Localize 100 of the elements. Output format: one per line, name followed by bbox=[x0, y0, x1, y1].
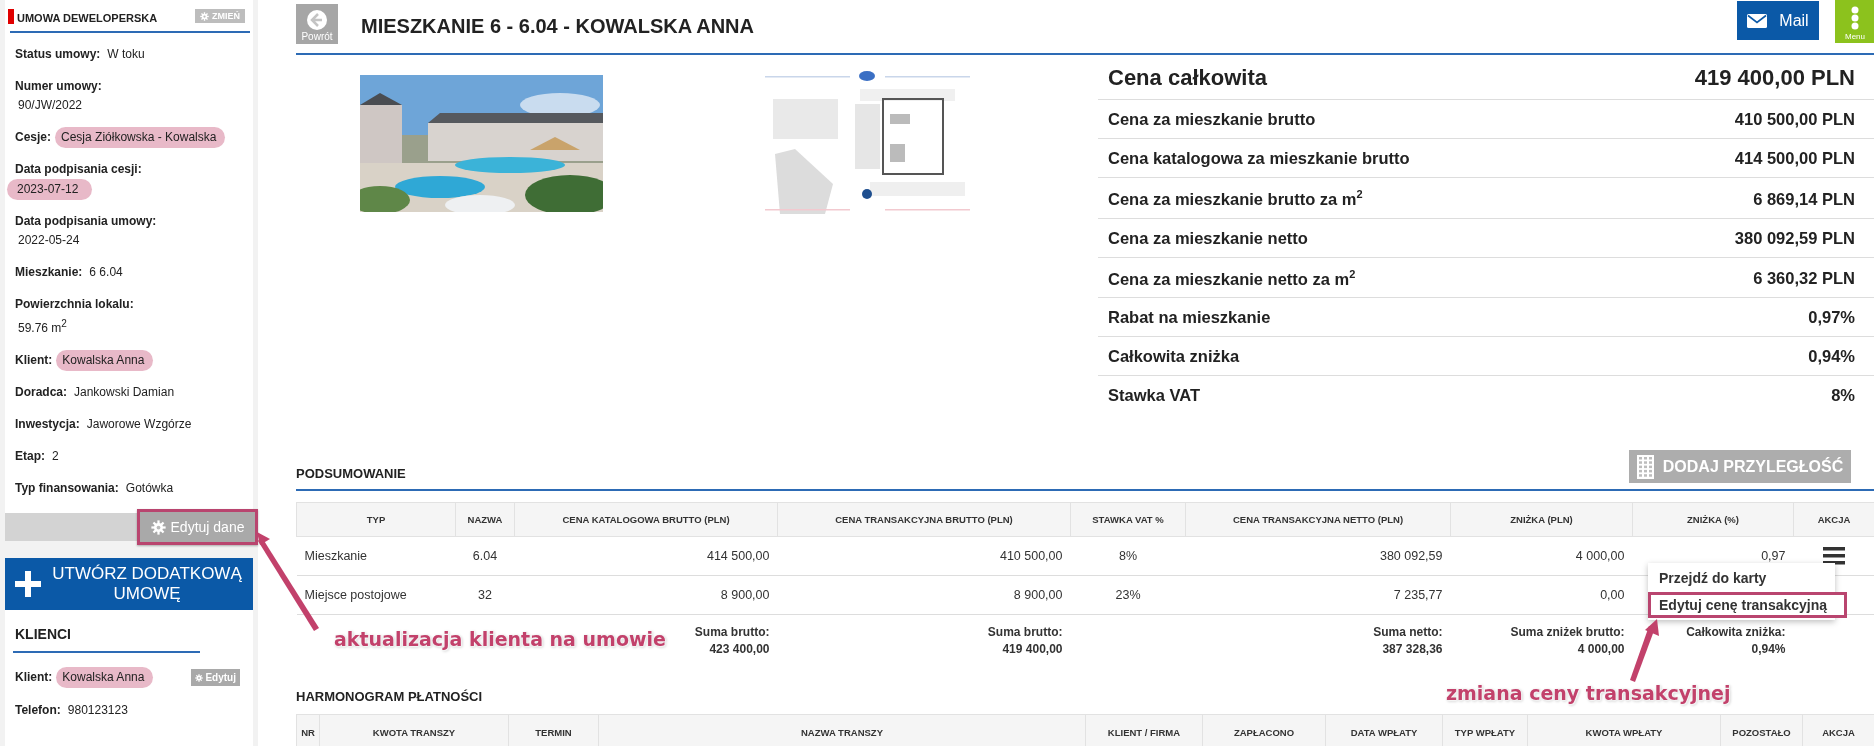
add-adjacent-button[interactable]: DODAJ PRZYLEGŁOŚĆ bbox=[1629, 450, 1851, 483]
table-cell: 6.04 bbox=[472, 549, 498, 563]
price-label: Cena za mieszkanie brutto bbox=[1108, 110, 1316, 129]
column-header: NAZWA bbox=[455, 502, 515, 537]
total-label: Suma netto: bbox=[1373, 624, 1443, 641]
plus-icon bbox=[15, 571, 41, 597]
price-label: Całkowita zniżka bbox=[1108, 347, 1240, 366]
field-value: W toku bbox=[106, 47, 146, 62]
table-cell: 380 092,59 bbox=[1379, 549, 1443, 563]
column-header: DATA WPŁATY bbox=[1325, 714, 1443, 746]
total-value: 423 400,00 bbox=[709, 641, 770, 658]
table-cell: 8 900,00 bbox=[720, 588, 770, 602]
annotation-text: aktualizacja klienta na umowie bbox=[334, 628, 666, 650]
field-value: 2 bbox=[51, 449, 60, 464]
column-header: CENA TRANSAKCYJNA BRUTTO (PLN) bbox=[777, 502, 1071, 537]
table-cell: 32 bbox=[478, 588, 492, 602]
price-label: Rabat na mieszkanie bbox=[1108, 308, 1271, 327]
edit-button[interactable]: Edytuj bbox=[191, 669, 240, 686]
table-cell: 0,00 bbox=[1600, 588, 1625, 602]
column-header: TYP WPŁATY bbox=[1442, 714, 1528, 746]
column-header: KLIENT / FIRMA bbox=[1085, 714, 1203, 746]
price-value: 380 092,59 PLN bbox=[1734, 228, 1855, 248]
column-header: CENA KATALOGOWA BRUTTO (PLN) bbox=[514, 502, 778, 537]
price-label: Cena za mieszkanie netto bbox=[1108, 228, 1308, 248]
field-label: Typ finansowania: bbox=[15, 481, 119, 495]
total-label: Suma brutto: bbox=[694, 624, 770, 641]
menu-button[interactable]: Menu bbox=[1835, 0, 1874, 43]
table-cell: 7 235,77 bbox=[1393, 588, 1443, 602]
total-label: Suma brutto: bbox=[987, 624, 1063, 641]
card-title: KLIENCI bbox=[14, 626, 72, 642]
table-cell: 414 500,00 bbox=[706, 549, 770, 563]
field-label: Mieszkanie: bbox=[15, 265, 83, 279]
total-value: 419 400,00 bbox=[1002, 641, 1063, 658]
envelope-icon bbox=[1747, 13, 1768, 28]
column-header: ZNIŻKA (%) bbox=[1632, 502, 1794, 537]
price-value: 410 500,00 PLN bbox=[1734, 110, 1855, 129]
price-value: 6 360,32 PLN bbox=[1753, 269, 1855, 288]
field-value: Jaworowe Wzgórze bbox=[85, 417, 193, 432]
section-title: PODSUMOWANIE bbox=[296, 466, 406, 483]
table-cell: Miejsce postojowe bbox=[304, 588, 407, 602]
total-label: Suma zniżek brutto: bbox=[1510, 624, 1625, 641]
field-label: Etap: bbox=[15, 449, 45, 463]
card-title: UMOWA DEWELOPERSKA bbox=[17, 12, 158, 24]
field-label: Klient: bbox=[15, 353, 53, 367]
column-header: STAWKA VAT % bbox=[1070, 502, 1186, 537]
back-button[interactable]: Powrót bbox=[296, 4, 338, 44]
change-button[interactable]: ZMIEŃ bbox=[195, 9, 245, 23]
field-value: Jankowski Damian bbox=[73, 385, 176, 400]
price-label: Cena za mieszkanie brutto za m$^{2}$ bbox=[1108, 188, 1363, 209]
building-icon bbox=[1636, 454, 1654, 479]
table-cell: 0,97 bbox=[1761, 549, 1786, 563]
edit-data-button[interactable]: Edytuj dane bbox=[137, 509, 258, 545]
table-cell: 8% bbox=[1118, 549, 1138, 563]
mail-button[interactable]: Mail bbox=[1737, 1, 1819, 40]
field-value: Kowalska Anna bbox=[56, 666, 154, 688]
field-value: 6 6.04 bbox=[88, 265, 124, 280]
field-value: Cesja Ziółkowska - Kowalska bbox=[55, 127, 226, 148]
price-value: 414 500,00 PLN bbox=[1734, 149, 1855, 168]
field-value: 2022-05-24 bbox=[17, 233, 81, 248]
total-label: Całkowita zniżka: bbox=[1686, 624, 1786, 641]
price-label: Cena katalogowa za mieszkanie brutto bbox=[1108, 149, 1410, 168]
field-label: Numer umowy: bbox=[15, 79, 102, 93]
field-value: 980123123 bbox=[66, 703, 129, 718]
price-value: 0,97% bbox=[1808, 308, 1855, 327]
total-value: 4 000,00 bbox=[1577, 641, 1625, 658]
column-header: TERMIN bbox=[508, 714, 599, 746]
column-header: ZNIŻKA (PLN) bbox=[1450, 502, 1633, 537]
more-icon bbox=[1851, 6, 1859, 30]
annotation-text: zmiana ceny transakcyjnej bbox=[1446, 682, 1731, 704]
table-cell: 23% bbox=[1115, 588, 1141, 602]
table-cell: Mieszkanie bbox=[304, 549, 368, 563]
gear-icon bbox=[195, 673, 204, 682]
field-label: Cesje: bbox=[15, 130, 52, 144]
table-cell: 8 900,00 bbox=[1013, 588, 1063, 602]
price-value: 6 869,14 PLN bbox=[1753, 189, 1855, 209]
field-value: Kowalska Anna bbox=[56, 350, 154, 371]
status-marker bbox=[8, 8, 14, 24]
column-header: TYP bbox=[296, 502, 456, 537]
table-cell: 410 500,00 bbox=[999, 549, 1063, 563]
price-value: 419 400,00 PLN bbox=[1694, 65, 1855, 91]
field-label: Data podpisania umowy: bbox=[15, 214, 157, 228]
field-label: Status umowy: bbox=[15, 47, 101, 61]
field-value: 2023-07-12 bbox=[7, 179, 93, 200]
column-header: AKCJA bbox=[1793, 502, 1874, 537]
price-label: Cena całkowita bbox=[1108, 65, 1267, 91]
column-header: NAZWA TRANSZY bbox=[598, 714, 1086, 746]
table-cell: 4 000,00 bbox=[1575, 549, 1625, 563]
menu-item[interactable]: Przejdź do karty bbox=[1648, 565, 1835, 591]
price-label: Stawka VAT bbox=[1108, 386, 1200, 405]
field-value: 59.76 m$^{2}$ bbox=[17, 317, 68, 336]
field-label: Doradca: bbox=[15, 385, 67, 399]
column-header: KWOTA WPŁATY bbox=[1527, 714, 1721, 746]
field-label: Klient: bbox=[15, 669, 53, 684]
column-header: NR bbox=[296, 714, 320, 746]
menu-icon[interactable] bbox=[1823, 547, 1845, 565]
menu-item[interactable]: Edytuj cenę transakcyjną bbox=[1648, 592, 1847, 618]
column-header: AKCJA bbox=[1802, 714, 1874, 746]
column-header: ZAPŁACONO bbox=[1202, 714, 1326, 746]
create-contract-button[interactable]: UTWÓRZ DODATKOWĄ UMOWĘ bbox=[5, 558, 253, 610]
field-label: Telefon: bbox=[15, 703, 61, 717]
